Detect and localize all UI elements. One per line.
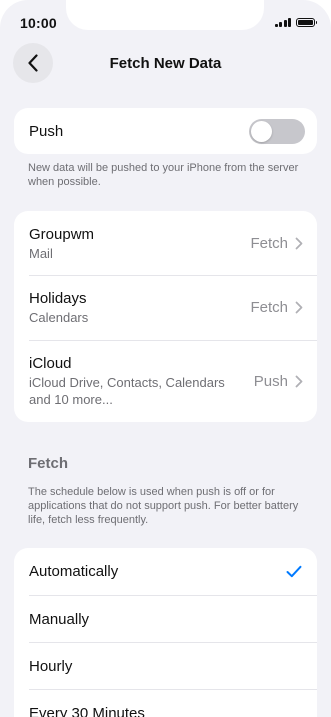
cellular-signal-icon [274,17,291,27]
option-label: Manually [29,611,90,628]
option-label: Every 30 Minutes [29,705,145,717]
account-fetch-value: Push [253,372,288,390]
status-time: 10:00 [20,15,57,31]
account-row-holidays[interactable]: Holidays Calendars Fetch [14,275,317,340]
option-label: Automatically [29,563,119,580]
push-group: Push [14,108,317,154]
chevron-right-icon [295,237,303,249]
push-footnote: New data will be pushed to your iPhone f… [28,162,299,188]
option-label: Hourly [29,658,73,675]
status-bar: 10:00 [0,0,331,44]
schedule-option-manually[interactable]: Manually [14,596,317,643]
account-row-groupwm[interactable]: Groupwm Mail Fetch [14,211,317,275]
fetch-section-header: Fetch [28,455,69,472]
account-fetch-value: Fetch [250,299,288,316]
schedule-option-hourly[interactable]: Hourly [14,643,317,690]
accounts-group: Groupwm Mail Fetch Holidays Calendars Fe… [14,211,317,422]
schedule-option-every-30-minutes[interactable]: Every 30 Minutes [14,690,317,717]
account-name: Holidays [29,290,87,307]
account-name: iCloud [29,355,72,372]
account-name: Groupwm [29,225,95,243]
status-icons [274,17,317,27]
toggle-knob [251,120,272,142]
account-row-icloud[interactable]: iCloud iCloud Drive, Contacts, Calendars… [14,340,317,422]
fetch-footnote: The schedule below is used when push is … [28,486,299,526]
fetch-schedule-group: Automatically Manually Hourly Every 30 M… [14,548,317,717]
chevron-right-icon [295,301,303,314]
account-detail: iCloud Drive, Contacts, Calendars and 10… [29,375,225,407]
push-toggle[interactable] [249,118,305,144]
settings-screen: 10:00 Fetch New Data Push New data will … [0,0,331,717]
account-detail: Mail [29,245,53,261]
push-label: Push [29,122,64,140]
schedule-option-automatically[interactable]: Automatically [14,548,317,595]
notch [66,0,264,30]
battery-icon [296,17,317,27]
checkmark-icon [286,565,302,578]
page-title: Fetch New Data [109,55,222,72]
account-fetch-value: Fetch [250,234,288,252]
account-detail: Calendars [29,310,89,325]
push-row: Push [14,108,317,154]
chevron-right-icon [295,375,303,387]
